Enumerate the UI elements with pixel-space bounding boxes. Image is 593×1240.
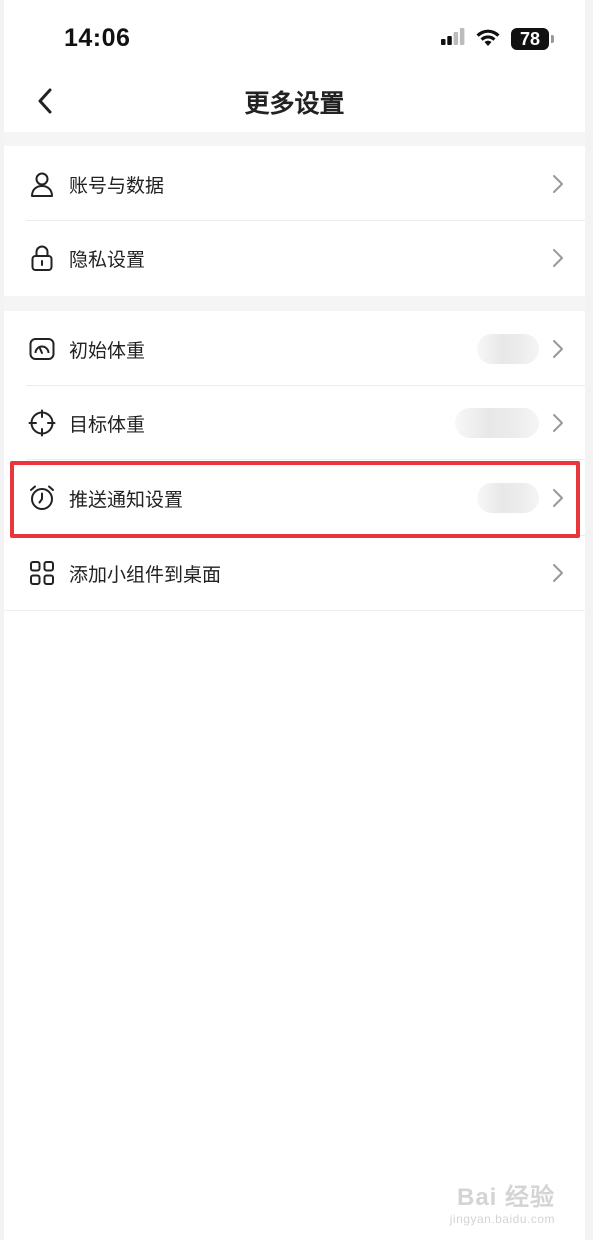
page-title: 更多设置	[244, 89, 345, 118]
settings-row-target-weight[interactable]: 目标体重	[4, 386, 585, 460]
row-divider	[26, 459, 585, 460]
target-icon	[28, 409, 56, 437]
battery-icon: 78	[511, 28, 554, 50]
status-bar: 14:06 78	[4, 0, 585, 70]
section-gap	[4, 296, 585, 311]
watermark-sub: jingyan.baidu.com	[449, 1212, 555, 1226]
row-label: 推送通知设置	[69, 488, 184, 511]
status-time: 14:06	[64, 24, 131, 52]
list-bottom-divider	[4, 610, 585, 611]
chevron-right-icon	[553, 340, 563, 358]
settings-screen: 14:06 78 更多设置 账号与数据 隐私设置 初始体重 目标体重 推送通知设…	[4, 0, 585, 1240]
alarm-clock-icon	[28, 484, 56, 512]
chevron-right-icon	[553, 414, 563, 432]
grid-icon	[28, 559, 56, 587]
watermark-logo: Bai 经验 jingyan.baidu.com	[450, 1177, 555, 1226]
row-label: 目标体重	[69, 413, 146, 436]
settings-row-add-widget[interactable]: 添加小组件到桌面	[4, 536, 585, 610]
lock-icon	[28, 244, 56, 272]
chevron-right-icon	[553, 489, 563, 507]
navigation-bar: 更多设置	[4, 70, 585, 132]
settings-row-account-data[interactable]: 账号与数据	[4, 147, 585, 221]
settings-row-initial-weight[interactable]: 初始体重	[4, 312, 585, 386]
scale-icon	[28, 335, 56, 363]
chevron-right-icon	[553, 175, 563, 193]
row-label: 添加小组件到桌面	[69, 563, 222, 586]
cellular-signal-icon	[441, 28, 465, 50]
row-label: 隐私设置	[69, 248, 146, 271]
settings-row-push-notifications[interactable]: 推送通知设置	[4, 461, 585, 535]
status-icons: 78	[441, 26, 554, 52]
user-icon	[28, 170, 56, 198]
wifi-icon	[475, 27, 501, 51]
chevron-right-icon	[553, 564, 563, 582]
chevron-right-icon	[553, 249, 563, 267]
row-value	[477, 483, 539, 513]
row-value	[477, 334, 539, 364]
watermark-main: Bai 经验	[456, 1184, 555, 1211]
row-label: 账号与数据	[69, 174, 165, 197]
row-value	[455, 408, 539, 438]
settings-row-privacy[interactable]: 隐私设置	[4, 221, 585, 295]
row-label: 初始体重	[69, 339, 146, 362]
section-gap	[4, 132, 585, 146]
